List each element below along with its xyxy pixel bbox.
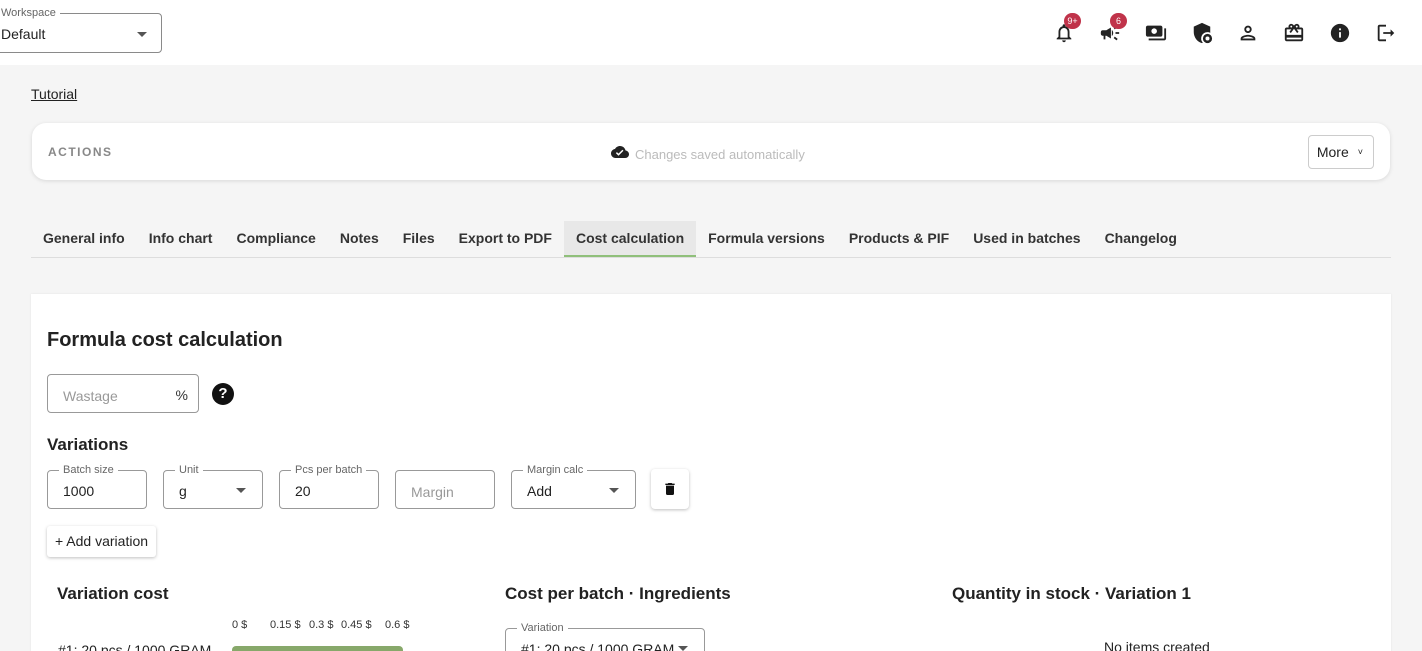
stock-title: Quantity in stock · Variation 1	[952, 584, 1191, 603]
tab-changelog[interactable]: Changelog	[1093, 221, 1189, 257]
wastage-input[interactable]: Wastage %	[47, 374, 199, 413]
section-title: Formula cost calculation	[47, 329, 283, 351]
payments-icon[interactable]	[1144, 21, 1168, 45]
pcs-per-batch-label: Pcs per batch	[291, 464, 367, 476]
autosave-status: Changes saved automatically	[611, 145, 805, 162]
gift-icon[interactable]	[1282, 21, 1306, 45]
chevron-down-icon	[678, 646, 688, 651]
variation-cost-title: Variation cost	[57, 584, 169, 603]
actions-title: ACTIONS	[48, 145, 113, 159]
cost-per-batch-title: Cost per batch · Ingredients	[505, 584, 731, 603]
tab-files[interactable]: Files	[391, 221, 447, 257]
variation-select-label: Variation	[517, 622, 568, 634]
tab-products-pif[interactable]: Products & PIF	[837, 221, 961, 257]
variation-cost-bar	[232, 646, 403, 651]
workspace-select[interactable]: Workspace Default	[0, 7, 162, 53]
top-bar: Workspace Default 9+ 6	[0, 0, 1422, 65]
variation-select[interactable]: Variation #1: 20 pcs / 1000 GRAM	[505, 622, 705, 651]
unit-value: g	[179, 483, 187, 499]
tab-used-in-batches[interactable]: Used in batches	[961, 221, 1092, 257]
logout-icon[interactable]	[1374, 21, 1398, 45]
chevron-down-icon	[609, 488, 619, 493]
variation-select-value: #1: 20 pcs / 1000 GRAM	[521, 641, 675, 651]
notification-badge: 9+	[1064, 13, 1081, 29]
axis-tick: 0.45 $	[341, 619, 372, 631]
margin-calc-value: Add	[527, 483, 552, 499]
unit-select[interactable]: Unit g	[163, 464, 263, 509]
tab-notes[interactable]: Notes	[328, 221, 391, 257]
tab-info-chart[interactable]: Info chart	[137, 221, 225, 257]
breadcrumb-tutorial-link[interactable]: Tutorial	[31, 86, 77, 102]
workspace-label: Workspace	[0, 7, 60, 19]
variation-row-label: #1: 20 pcs / 1000 GRAM	[58, 642, 212, 651]
axis-tick: 0.3 $	[309, 619, 334, 631]
add-variation-button[interactable]: + Add variation	[47, 526, 157, 557]
margin-placeholder: Margin	[411, 484, 454, 500]
cloud-done-icon	[611, 145, 629, 158]
delete-variation-button[interactable]	[651, 469, 689, 509]
pcs-per-batch-input[interactable]: Pcs per batch 20	[279, 464, 379, 509]
batch-size-value: 1000	[63, 483, 95, 499]
megaphone-icon[interactable]: 6	[1098, 13, 1127, 45]
bell-icon[interactable]: 9+	[1052, 13, 1081, 45]
pcs-per-batch-value: 20	[295, 483, 311, 499]
more-button[interactable]: More ˅	[1307, 135, 1374, 169]
trash-icon	[665, 483, 675, 495]
chevron-down-icon	[137, 32, 147, 37]
tab-bar: General info Info chart Compliance Notes…	[31, 221, 1391, 258]
wastage-placeholder: Wastage	[63, 388, 118, 404]
chevron-down-icon: ˅	[1357, 147, 1363, 157]
tab-cost-calculation[interactable]: Cost calculation	[563, 221, 697, 257]
more-button-label: More	[1316, 144, 1349, 160]
stock-empty-text: No items created	[1104, 639, 1210, 651]
workspace-value: Default	[1, 26, 46, 42]
margin-calc-select[interactable]: Margin calc Add	[511, 464, 636, 509]
batch-size-label: Batch size	[59, 464, 118, 476]
tab-formula-versions[interactable]: Formula versions	[696, 221, 837, 257]
tab-export-to-pdf[interactable]: Export to PDF	[447, 221, 564, 257]
margin-input[interactable]: Margin	[395, 470, 495, 509]
percent-suffix: %	[175, 387, 188, 403]
axis-tick: 0 $	[232, 619, 248, 631]
axis-tick: 0.15 $	[270, 619, 301, 631]
autosave-text: Changes saved automatically	[635, 147, 805, 162]
shield-settings-icon[interactable]	[1190, 21, 1214, 45]
margin-calc-label: Margin calc	[523, 464, 588, 476]
tab-general-info[interactable]: General info	[31, 221, 137, 257]
unit-label: Unit	[175, 464, 203, 476]
axis-tick: 0.6 $	[385, 619, 410, 631]
person-icon[interactable]	[1236, 21, 1260, 45]
tab-compliance[interactable]: Compliance	[224, 221, 327, 257]
cost-calculation-card: Formula cost calculation Wastage % ? Var…	[31, 294, 1391, 651]
chevron-down-icon	[236, 488, 246, 493]
announcement-badge: 6	[1110, 13, 1127, 29]
info-icon[interactable]	[1328, 21, 1352, 45]
actions-card: ACTIONS Changes saved automatically More…	[32, 123, 1390, 180]
variations-title: Variations	[47, 435, 129, 454]
batch-size-input[interactable]: Batch size 1000	[47, 464, 147, 509]
help-icon[interactable]: ?	[212, 383, 234, 405]
